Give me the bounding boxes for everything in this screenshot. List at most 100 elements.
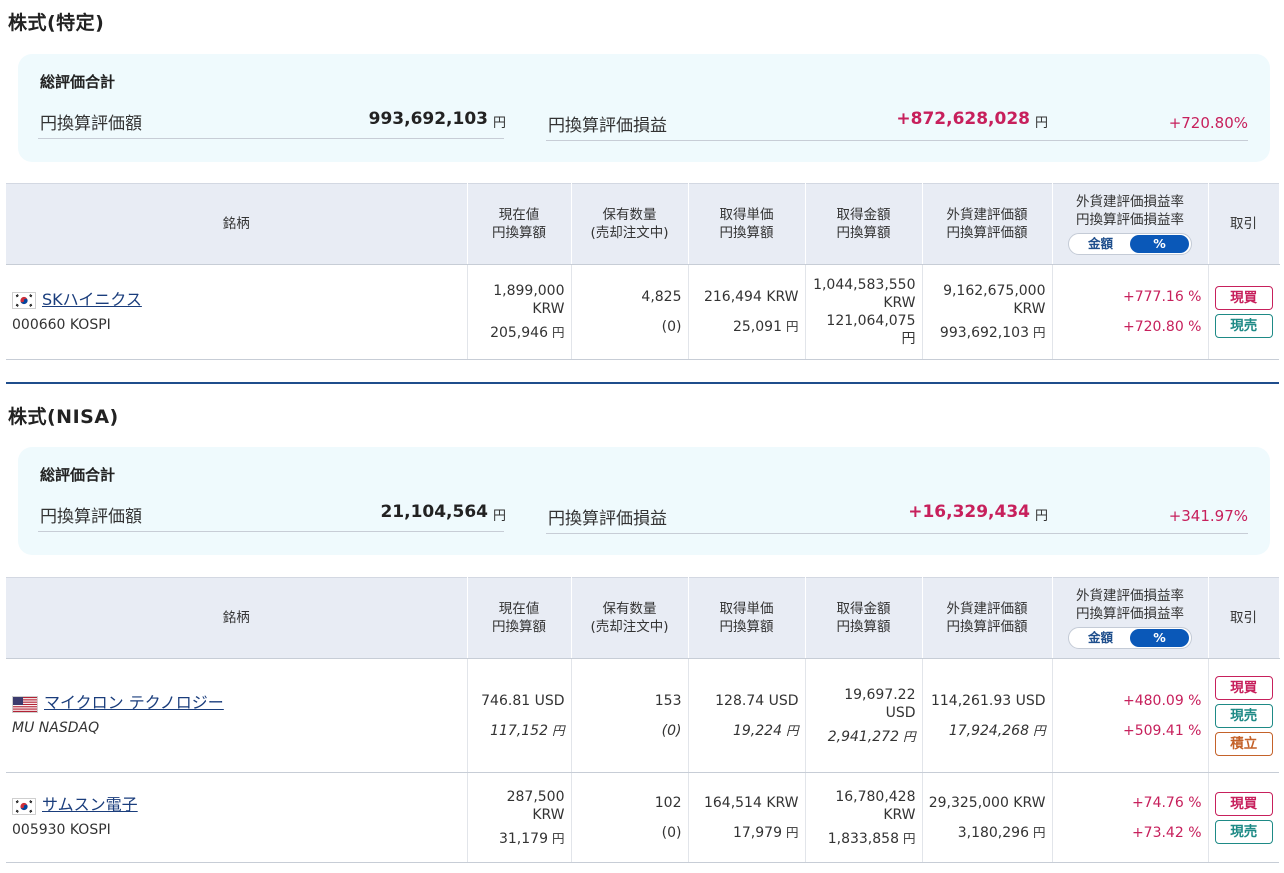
qty-pending: (0) — [661, 722, 682, 739]
pct-foreign: +74.76 % — [1131, 794, 1202, 811]
gain-percent: +341.97% — [1168, 507, 1248, 525]
valuation-value: 114,261.93 USD — [930, 692, 1046, 709]
stock-name-cell: SKハイニクス 000660 KOSPI — [6, 264, 468, 360]
pct-cell: +74.76 % +73.42 % — [1052, 772, 1209, 863]
summary-title: 総評価合計 — [40, 466, 116, 484]
amount-percent-toggle[interactable]: 金額 % — [1068, 233, 1192, 255]
stock-name-cell: サムスン電子 005930 KOSPI — [6, 772, 468, 863]
toggle-percent[interactable]: % — [1130, 235, 1189, 253]
toggle-percent[interactable]: % — [1130, 629, 1189, 647]
table-row: サムスン電子 005930 KOSPI 287,500 KRW 31,179 円 … — [6, 772, 1279, 863]
trade-cell: 現買 現売 積立 — [1208, 658, 1279, 773]
col-header-pct: 外貨建評価損益率 円換算評価損益率 金額 % — [1052, 183, 1209, 265]
table-row: SKハイニクス 000660 KOSPI 1,899,000 KRW 205,9… — [6, 264, 1279, 360]
price-yen: 31,179 — [498, 830, 548, 847]
qty-pending: (0) — [661, 824, 682, 841]
valuation-cell: 114,261.93 USD 17,924,268 円 — [922, 658, 1053, 773]
cash-buy-button[interactable]: 現買 — [1214, 791, 1273, 816]
price-yen: 117,152 — [490, 722, 548, 739]
price-cell: 746.81 USD 117,152 円 — [467, 658, 572, 773]
yen-unit: 円 — [1032, 824, 1046, 840]
pct-foreign: +777.16 % — [1123, 289, 1202, 305]
valuation-value: 21,104,564 — [380, 502, 488, 522]
stock-code: 005930 KOSPI — [12, 822, 111, 838]
cost-cell: 16,780,428 KRW 1,833,858 円 — [805, 772, 923, 863]
gain-unit: 円 — [1035, 509, 1049, 524]
toggle-amount[interactable]: 金額 — [1071, 629, 1130, 647]
summary-panel-tokutei: 総評価合計 円換算評価額 993,692,103 円 円換算評価損益 +872,… — [18, 54, 1270, 162]
valuation-value: 993,692,103 — [368, 109, 488, 129]
yen-unit: 円 — [785, 319, 799, 334]
pct-yen: +509.41 % — [1123, 722, 1202, 739]
pct-yen: +73.42 % — [1131, 824, 1202, 841]
unit-cost-value: 128.74 USD — [715, 692, 799, 709]
stock-name-link[interactable]: SKハイニクス — [42, 290, 142, 309]
col-header-name: 銘柄 — [6, 183, 468, 265]
valuation-label: 円換算評価額 — [40, 507, 142, 527]
yen-unit: 円 — [551, 830, 565, 846]
qty-pending: (0) — [661, 319, 682, 335]
cost-value: 19,697.22 USD — [844, 686, 916, 721]
us-flag-icon — [12, 695, 38, 713]
unit-cost-yen: 17,979 — [732, 824, 782, 841]
unit-cost-yen: 19,224 — [732, 722, 782, 739]
yen-unit: 円 — [1032, 722, 1046, 738]
tsumitate-button[interactable]: 積立 — [1214, 731, 1273, 756]
summary-title: 総評価合計 — [40, 73, 116, 91]
stock-name-link[interactable]: サムスン電子 — [42, 795, 138, 814]
valuation-value: 29,325,000 KRW — [928, 794, 1046, 811]
trade-cell: 現買 現売 — [1208, 264, 1279, 360]
valuation-label: 円換算評価額 — [40, 114, 142, 134]
gain-underline — [546, 140, 1248, 141]
col-header-pct: 外貨建評価損益率 円換算評価損益率 金額 % — [1052, 577, 1209, 659]
col-header-cost: 取得金額 円換算額 — [805, 183, 923, 265]
valuation-cell: 29,325,000 KRW 3,180,296 円 — [922, 772, 1053, 863]
toggle-amount[interactable]: 金額 — [1071, 235, 1130, 253]
cash-buy-button[interactable]: 現買 — [1214, 675, 1273, 700]
table-row: マイクロン テクノロジー MU NASDAQ 746.81 USD 117,15… — [6, 658, 1279, 773]
cash-sell-button[interactable]: 現売 — [1214, 703, 1273, 728]
section-divider — [6, 382, 1279, 384]
col-header-trade: 取引 — [1208, 577, 1280, 659]
stock-name-link[interactable]: マイクロン テクノロジー — [44, 693, 224, 712]
pct-cell: +777.16 % +720.80 % — [1052, 264, 1209, 360]
col-header-price: 現在値 円換算額 — [467, 577, 572, 659]
valuation-underline — [38, 531, 504, 532]
unit-cost-value: 216,494 KRW — [703, 289, 799, 305]
yen-unit: 円 — [902, 830, 916, 846]
qty-value: 4,825 — [641, 289, 682, 305]
amount-percent-toggle[interactable]: 金額 % — [1068, 627, 1192, 649]
trade-cell: 現買 現売 — [1208, 772, 1279, 863]
section-title-tokutei: 株式(特定) — [8, 12, 105, 34]
qty-value: 102 — [654, 794, 682, 811]
cash-sell-button[interactable]: 現売 — [1214, 314, 1273, 338]
holdings-table-nisa: 銘柄 現在値 円換算額 保有数量 (売却注文中) 取得単価 円換算額 取得金額 … — [6, 577, 1280, 863]
price-cell: 287,500 KRW 31,179 円 — [467, 772, 572, 863]
col-header-qty: 保有数量 (売却注文中) — [571, 577, 689, 659]
qty-cell: 4,825 (0) — [571, 264, 689, 360]
kr-flag-icon — [12, 292, 36, 309]
holdings-table-tokutei: 銘柄 現在値 円換算額 保有数量 (売却注文中) 取得単価 円換算額 取得金額 … — [6, 183, 1280, 360]
cost-cell: 19,697.22 USD 2,941,272 円 — [805, 658, 923, 773]
unit-cost-yen: 25,091 — [732, 319, 782, 335]
pct-foreign: +480.09 % — [1123, 692, 1202, 709]
gain-value: +872,628,028 — [896, 109, 1030, 129]
valuation-unit: 円 — [493, 509, 507, 524]
cost-cell: 1,044,583,550 KRW 121,064,075 円 — [805, 264, 923, 360]
col-header-cost: 取得金額 円換算額 — [805, 577, 923, 659]
yen-unit: 円 — [1032, 325, 1046, 340]
gain-unit: 円 — [1035, 116, 1049, 131]
cash-buy-button[interactable]: 現買 — [1214, 286, 1273, 310]
cost-value: 16,780,428 KRW — [835, 788, 916, 823]
qty-cell: 102 (0) — [571, 772, 689, 863]
stock-code: MU NASDAQ — [12, 720, 100, 736]
col-header-unit-cost: 取得単価 円換算額 — [688, 577, 806, 659]
unit-cost-cell: 164,514 KRW 17,979 円 — [688, 772, 806, 863]
cash-sell-button[interactable]: 現売 — [1214, 819, 1273, 844]
unit-cost-cell: 128.74 USD 19,224 円 — [688, 658, 806, 773]
unit-cost-cell: 216,494 KRW 25,091 円 — [688, 264, 806, 360]
yen-unit: 円 — [551, 722, 565, 738]
yen-unit: 円 — [551, 325, 565, 340]
gain-label: 円換算評価損益 — [548, 509, 667, 529]
price-value: 1,899,000 KRW — [493, 283, 565, 317]
